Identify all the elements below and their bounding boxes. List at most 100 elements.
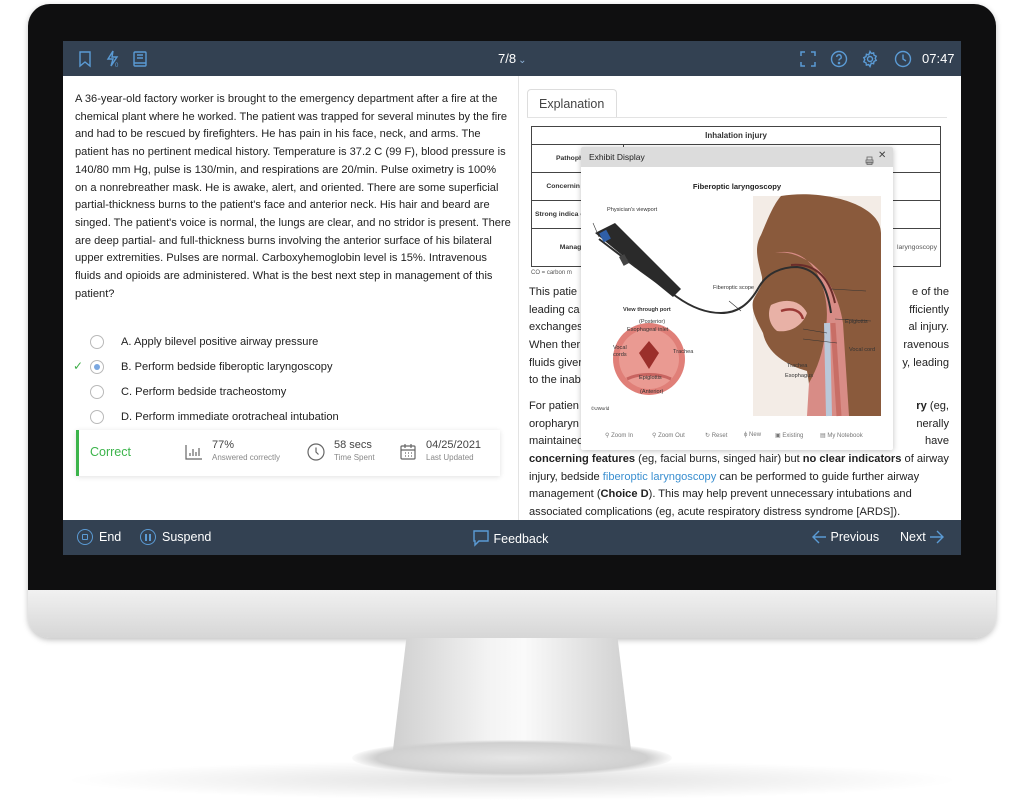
table-title: Inhalation injury xyxy=(531,126,941,145)
zoom-in-button[interactable]: ⚲ Zoom In xyxy=(605,432,633,439)
label-esophagus: Esophagus xyxy=(785,373,813,379)
question-stem: A 36-year-old factory worker is brought … xyxy=(75,93,511,300)
exhibit-toolbar: ⚲ Zoom In ⚲ Zoom Out ↻ Reset ϕ New ▣ Exi… xyxy=(581,432,893,444)
label-anterior: (Anterior) xyxy=(640,389,664,395)
suspend-label: Suspend xyxy=(162,530,212,544)
my-notebook-button[interactable]: ▤ My Notebook xyxy=(820,432,863,439)
monitor-chin xyxy=(28,590,996,638)
label-trachea: Trachea xyxy=(787,363,808,369)
close-icon[interactable]: ✕ xyxy=(878,150,886,161)
option-label: C. Perform bedside tracheostomy xyxy=(121,386,287,398)
line-start: When ther xyxy=(529,339,581,352)
bold-term: concerning features xyxy=(529,453,636,466)
existing-flashcard-button[interactable]: ▣ Existing xyxy=(775,432,803,439)
tab-explanation[interactable]: Explanation xyxy=(527,89,617,117)
top-toolbar: 0 7/8 ⌄ 07:47 xyxy=(63,41,961,76)
question-panel: A 36-year-old factory worker is brought … xyxy=(63,76,518,520)
question-navigator[interactable]: 7/8 ⌄ xyxy=(498,51,526,66)
radio-button[interactable] xyxy=(90,410,104,424)
new-label: New xyxy=(749,432,762,438)
answer-option-d[interactable]: D. Perform immediate orotracheal intubat… xyxy=(63,408,503,428)
end-button[interactable]: End xyxy=(77,529,121,545)
my-notebook-label: My Notebook xyxy=(827,433,863,439)
line-start: maintainec xyxy=(529,435,583,448)
line-end: al injury. xyxy=(908,321,950,334)
line-start: For patien xyxy=(529,400,579,412)
line-end: e of the xyxy=(911,286,949,298)
label-scope: Fiberoptic scope xyxy=(713,285,755,291)
end-label: End xyxy=(99,530,122,544)
feedback-label: Feedback xyxy=(493,532,549,546)
print-icon[interactable] xyxy=(865,152,874,165)
label-esophageal-inlet: Esophageal inlet xyxy=(627,327,669,333)
line-start: fluids giver xyxy=(529,356,583,369)
zoom-out-button[interactable]: ⚲ Zoom Out xyxy=(652,432,685,439)
time-value: 58 secs xyxy=(334,439,372,451)
tab-underline xyxy=(527,117,947,118)
zoom-in-label: Zoom In xyxy=(611,433,634,439)
laryngoscopy-illustration: Physician's viewport Fiberoptic scope Vi… xyxy=(581,193,893,423)
arrow-right-icon xyxy=(930,530,945,544)
answer-option-a[interactable]: A. Apply bilevel positive airway pressur… xyxy=(63,333,503,353)
answer-option-c[interactable]: C. Perform bedside tracheostomy xyxy=(63,383,503,403)
help-icon[interactable] xyxy=(830,50,848,68)
updated-value: 04/25/2021 xyxy=(426,439,482,451)
line-start: This patie xyxy=(529,286,578,298)
clock-icon xyxy=(307,443,325,461)
feedback-button[interactable]: Feedback xyxy=(472,529,548,547)
arrow-left-icon xyxy=(812,530,826,544)
line-end: ravenous xyxy=(903,339,949,352)
label-epiglottis: Epiglottis xyxy=(845,319,868,325)
fullscreen-icon[interactable] xyxy=(799,50,817,68)
updated-label: Last Updated xyxy=(426,453,474,462)
suspend-button[interactable]: Suspend xyxy=(140,529,211,545)
radio-button-selected[interactable] xyxy=(90,360,104,374)
line-end: y, leading xyxy=(902,356,949,369)
new-flashcard-button[interactable]: ϕ New xyxy=(744,432,761,438)
label-epiglottis-inset: Epiglottis xyxy=(639,375,662,381)
next-button[interactable]: Next xyxy=(900,529,945,545)
feedback-icon xyxy=(473,530,489,547)
notebook-icon[interactable] xyxy=(131,50,149,68)
line-end: fficiently xyxy=(909,303,949,316)
option-label: B. Perform bedside fiberoptic laryngosco… xyxy=(121,361,333,373)
line-start: leading ca xyxy=(529,303,580,316)
settings-icon[interactable] xyxy=(861,49,879,69)
bottom-toolbar: End Suspend Feedback Previous Next xyxy=(63,520,961,555)
calendar-icon xyxy=(399,443,417,461)
answer-option-b[interactable]: ✓ B. Perform bedside fiberoptic laryngos… xyxy=(63,358,503,378)
bookmark-icon[interactable] xyxy=(76,50,94,68)
choice-reference: Choice D xyxy=(600,488,649,501)
label-vocal-cord: Vocal cord xyxy=(849,347,876,353)
exhibit-display-window[interactable]: Exhibit Display ✕ Fiberoptic laryngoscop… xyxy=(581,147,893,450)
radio-button[interactable] xyxy=(90,335,104,349)
exhibit-titlebar[interactable]: Exhibit Display ✕ xyxy=(581,147,893,167)
option-label: D. Perform immediate orotracheal intubat… xyxy=(121,411,339,423)
option-label: A. Apply bilevel positive airway pressur… xyxy=(121,336,319,348)
zoom-out-label: Zoom Out xyxy=(658,433,685,439)
chevron-down-icon: ⌄ xyxy=(518,55,527,66)
reset-button[interactable]: ↻ Reset xyxy=(705,432,727,439)
line-start: oropharyn xyxy=(529,417,579,430)
time-label: Time Spent xyxy=(334,453,375,462)
svg-text:0: 0 xyxy=(115,63,119,68)
question-counter: 7/8 xyxy=(498,51,517,66)
figure-title: Fiberoptic laryngoscopy xyxy=(692,182,782,191)
fiberoptic-laryngoscopy-link[interactable]: fiberoptic laryngoscopy xyxy=(603,471,716,483)
exam-timer: 07:47 xyxy=(922,51,955,66)
flash-card-icon[interactable]: 0 xyxy=(104,50,122,69)
table-footnote: CO = carbon m xyxy=(531,270,572,276)
reset-label: Reset xyxy=(711,433,728,439)
previous-button[interactable]: Previous xyxy=(811,529,879,545)
percent-value: 77% xyxy=(212,439,235,451)
clock-icon xyxy=(894,50,912,68)
label-trachea-inset: Trachea xyxy=(673,349,694,355)
next-label: Next xyxy=(900,530,926,544)
line-end: ry (eg, xyxy=(916,400,949,412)
explanation-continued: concerning features (eg, facial burns, s… xyxy=(529,453,949,519)
bold-fragment: ry xyxy=(916,400,927,412)
answer-result-card: Correct 77% Answered correctly 58 secs T… xyxy=(76,430,500,476)
label-view-through-port: View through port xyxy=(623,307,671,313)
radio-button[interactable] xyxy=(90,385,104,399)
line-end: nerally xyxy=(916,417,949,430)
